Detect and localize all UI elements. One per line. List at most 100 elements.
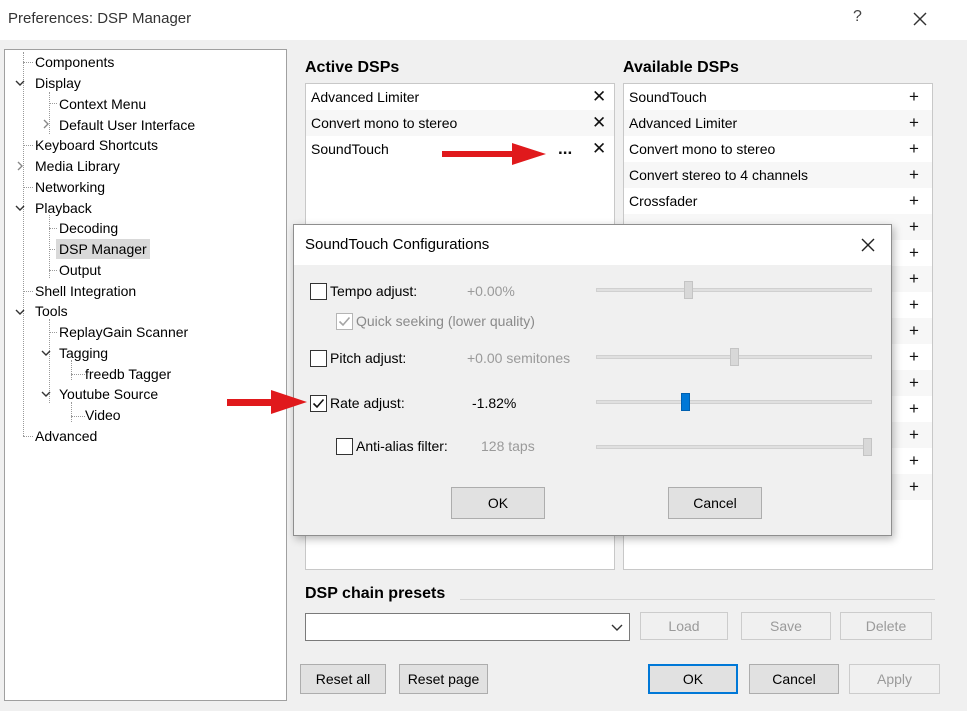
add-dsp-icon[interactable]: +: [909, 162, 919, 188]
dialog-cancel-button[interactable]: Cancel: [668, 487, 762, 519]
rate-adjust-label: Rate adjust:: [330, 395, 405, 411]
chevron-down-icon: [611, 624, 623, 631]
title-bar: Preferences: DSP Manager ?: [0, 0, 967, 40]
active-dsp-row[interactable]: Advanced Limiter: [306, 84, 614, 110]
tree-item-youtube-source[interactable]: Youtube Source: [59, 384, 158, 404]
dialog-title: SoundTouch Configurations: [305, 236, 490, 253]
tree-item-display[interactable]: Display: [35, 73, 81, 93]
load-preset-button[interactable]: Load: [640, 612, 728, 640]
remove-dsp-icon[interactable]: ✕: [592, 110, 606, 136]
reset-page-button[interactable]: Reset page: [399, 664, 488, 694]
tree-item-advanced[interactable]: Advanced: [35, 426, 97, 446]
tree-item-playback[interactable]: Playback: [35, 198, 92, 218]
configure-dsp-button[interactable]: ...: [558, 136, 572, 162]
add-dsp-icon[interactable]: +: [909, 214, 919, 240]
add-dsp-icon[interactable]: +: [909, 84, 919, 110]
tree-item-video[interactable]: Video: [85, 405, 121, 425]
pitch-value: +0.00 semitones: [467, 350, 571, 366]
dialog-title-bar: SoundTouch Configurations: [294, 225, 891, 265]
media-library-expand-icon[interactable]: [14, 160, 26, 172]
anti-alias-slider-thumb[interactable]: [863, 438, 872, 456]
tree-item-media-library[interactable]: Media Library: [35, 156, 120, 176]
add-dsp-icon[interactable]: +: [909, 318, 919, 344]
active-dsp-label: SoundTouch: [311, 141, 389, 157]
tree-item-tagging[interactable]: Tagging: [59, 343, 108, 363]
apply-button[interactable]: Apply: [849, 664, 940, 694]
display-collapse-icon[interactable]: [14, 77, 26, 89]
available-dsp-label: Convert stereo to 4 channels: [629, 167, 808, 183]
add-dsp-icon[interactable]: +: [909, 474, 919, 500]
add-dsp-icon[interactable]: +: [909, 448, 919, 474]
available-dsp-row[interactable]: Convert stereo to 4 channels: [624, 162, 932, 188]
tree-item-tools[interactable]: Tools: [35, 301, 68, 321]
dialog-close-icon[interactable]: [857, 234, 879, 256]
add-dsp-icon[interactable]: +: [909, 188, 919, 214]
add-dsp-icon[interactable]: +: [909, 422, 919, 448]
available-dsp-row[interactable]: Crossfader: [624, 188, 932, 214]
tree-item-decoding[interactable]: Decoding: [59, 218, 118, 238]
tree-item-default-user-interface[interactable]: Default User Interface: [59, 115, 195, 135]
cancel-button[interactable]: Cancel: [749, 664, 839, 694]
anti-alias-checkbox[interactable]: [336, 438, 353, 455]
add-dsp-icon[interactable]: +: [909, 266, 919, 292]
annotation-arrow-icon: [227, 390, 307, 414]
remove-dsp-icon[interactable]: ✕: [592, 136, 606, 162]
rate-adjust-checkbox[interactable]: [310, 395, 327, 412]
presets-combo[interactable]: [305, 613, 630, 641]
default-ui-expand-icon[interactable]: [40, 118, 52, 130]
tempo-slider-track[interactable]: [596, 288, 872, 292]
add-dsp-icon[interactable]: +: [909, 344, 919, 370]
tools-collapse-icon[interactable]: [14, 306, 26, 318]
window-title: Preferences: DSP Manager: [8, 10, 192, 27]
rate-value: -1.82%: [472, 395, 517, 411]
rate-slider-track[interactable]: [596, 400, 872, 404]
tempo-slider-thumb[interactable]: [684, 281, 693, 299]
tree-item-freedb-tagger[interactable]: freedb Tagger: [85, 364, 171, 384]
tree-item-context-menu[interactable]: Context Menu: [59, 94, 146, 114]
tree-item-replaygain-scanner[interactable]: ReplayGain Scanner: [59, 322, 188, 342]
add-dsp-icon[interactable]: +: [909, 240, 919, 266]
presets-title: DSP chain presets: [305, 585, 446, 602]
tree-item-components[interactable]: Components: [35, 52, 114, 72]
add-dsp-icon[interactable]: +: [909, 110, 919, 136]
pitch-adjust-checkbox[interactable]: [310, 350, 327, 367]
add-dsp-icon[interactable]: +: [909, 396, 919, 422]
available-dsp-row[interactable]: SoundTouch: [624, 84, 932, 110]
active-dsps-title: Active DSPs: [305, 59, 400, 76]
anti-alias-slider-track[interactable]: [596, 445, 872, 449]
active-dsp-row[interactable]: Convert mono to stereo: [306, 110, 614, 136]
delete-preset-button[interactable]: Delete: [840, 612, 932, 640]
tree-item-shell-integration[interactable]: Shell Integration: [35, 281, 136, 301]
quick-seeking-checkbox[interactable]: [336, 313, 353, 330]
check-icon: [338, 316, 351, 327]
add-dsp-icon[interactable]: +: [909, 136, 919, 162]
youtube-source-collapse-icon[interactable]: [40, 388, 52, 400]
reset-all-button[interactable]: Reset all: [300, 664, 386, 694]
pitch-slider-thumb[interactable]: [730, 348, 739, 366]
preferences-tree: Components Display Context Menu Default …: [4, 49, 287, 701]
tree-item-networking[interactable]: Networking: [35, 177, 105, 197]
available-dsp-label: Convert mono to stereo: [629, 141, 776, 157]
available-dsp-row[interactable]: Convert mono to stereo: [624, 136, 932, 162]
close-icon[interactable]: [905, 4, 935, 34]
ok-button[interactable]: OK: [648, 664, 738, 694]
tree-item-keyboard-shortcuts[interactable]: Keyboard Shortcuts: [35, 135, 158, 155]
help-button[interactable]: ?: [853, 8, 862, 26]
available-dsp-row[interactable]: Advanced Limiter: [624, 110, 932, 136]
save-preset-button[interactable]: Save: [741, 612, 831, 640]
dialog-ok-button[interactable]: OK: [451, 487, 545, 519]
tree-item-dsp-manager[interactable]: DSP Manager: [56, 239, 150, 259]
tagging-collapse-icon[interactable]: [40, 347, 52, 359]
quick-seeking-label: Quick seeking (lower quality): [356, 313, 535, 329]
remove-dsp-icon[interactable]: ✕: [592, 84, 606, 110]
tempo-value: +0.00%: [467, 283, 515, 299]
annotation-arrow-icon: [442, 143, 546, 165]
tree-item-output[interactable]: Output: [59, 260, 101, 280]
presets-separator: [460, 599, 935, 600]
add-dsp-icon[interactable]: +: [909, 292, 919, 318]
tempo-adjust-checkbox[interactable]: [310, 283, 327, 300]
rate-slider-thumb[interactable]: [681, 393, 690, 411]
available-dsp-label: SoundTouch: [629, 89, 707, 105]
add-dsp-icon[interactable]: +: [909, 370, 919, 396]
playback-collapse-icon[interactable]: [14, 202, 26, 214]
